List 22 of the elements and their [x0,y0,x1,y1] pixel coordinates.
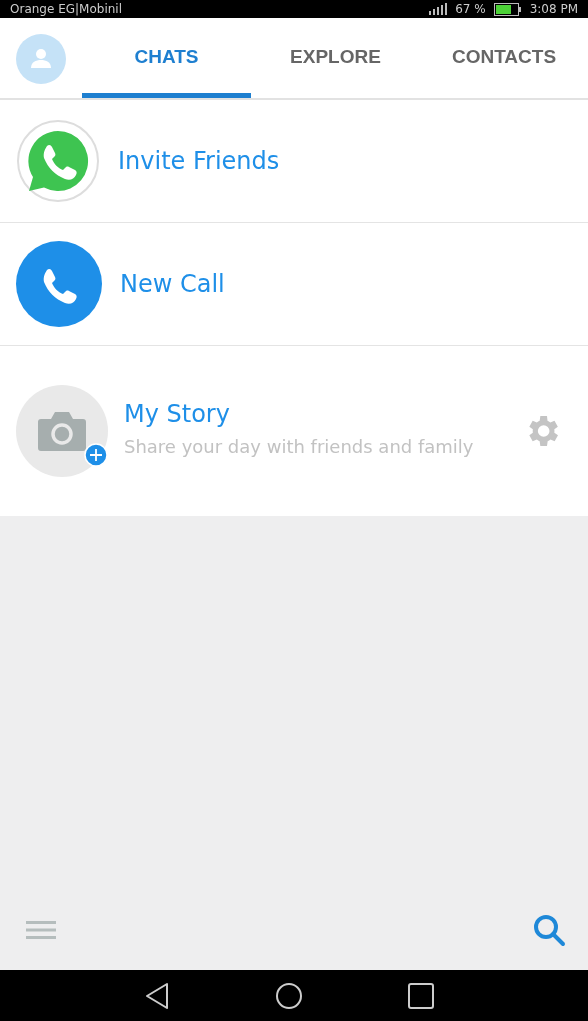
item-subtitle: Share your day with friends and family [124,435,475,457]
add-icon[interactable] [84,443,108,467]
search-icon[interactable] [532,913,566,947]
list-row[interactable]: New Call [0,223,588,346]
item-title: New Call [120,270,226,298]
camera-icon [37,409,87,453]
tab[interactable]: CONTACTS [420,18,588,98]
signal-icon [429,3,448,15]
tab[interactable]: EXPLORE [251,18,420,98]
chat-phone-icon [16,119,100,203]
phone-icon [16,241,102,327]
item-title: My Story [124,399,231,428]
recents-icon[interactable] [408,982,434,1009]
battery-percent: 67 % [455,2,486,16]
list-row[interactable]: My Story Share your day with friends and family [0,346,588,516]
home-icon[interactable] [275,981,303,1010]
list-row[interactable]: Invite Friends [0,100,588,223]
clock: 3:08 PM [529,2,578,16]
battery-icon [493,2,522,16]
item-title: Invite Friends [118,147,281,175]
carrier-name: Orange EG|Mobinil [10,2,122,16]
back-icon[interactable] [144,981,170,1010]
